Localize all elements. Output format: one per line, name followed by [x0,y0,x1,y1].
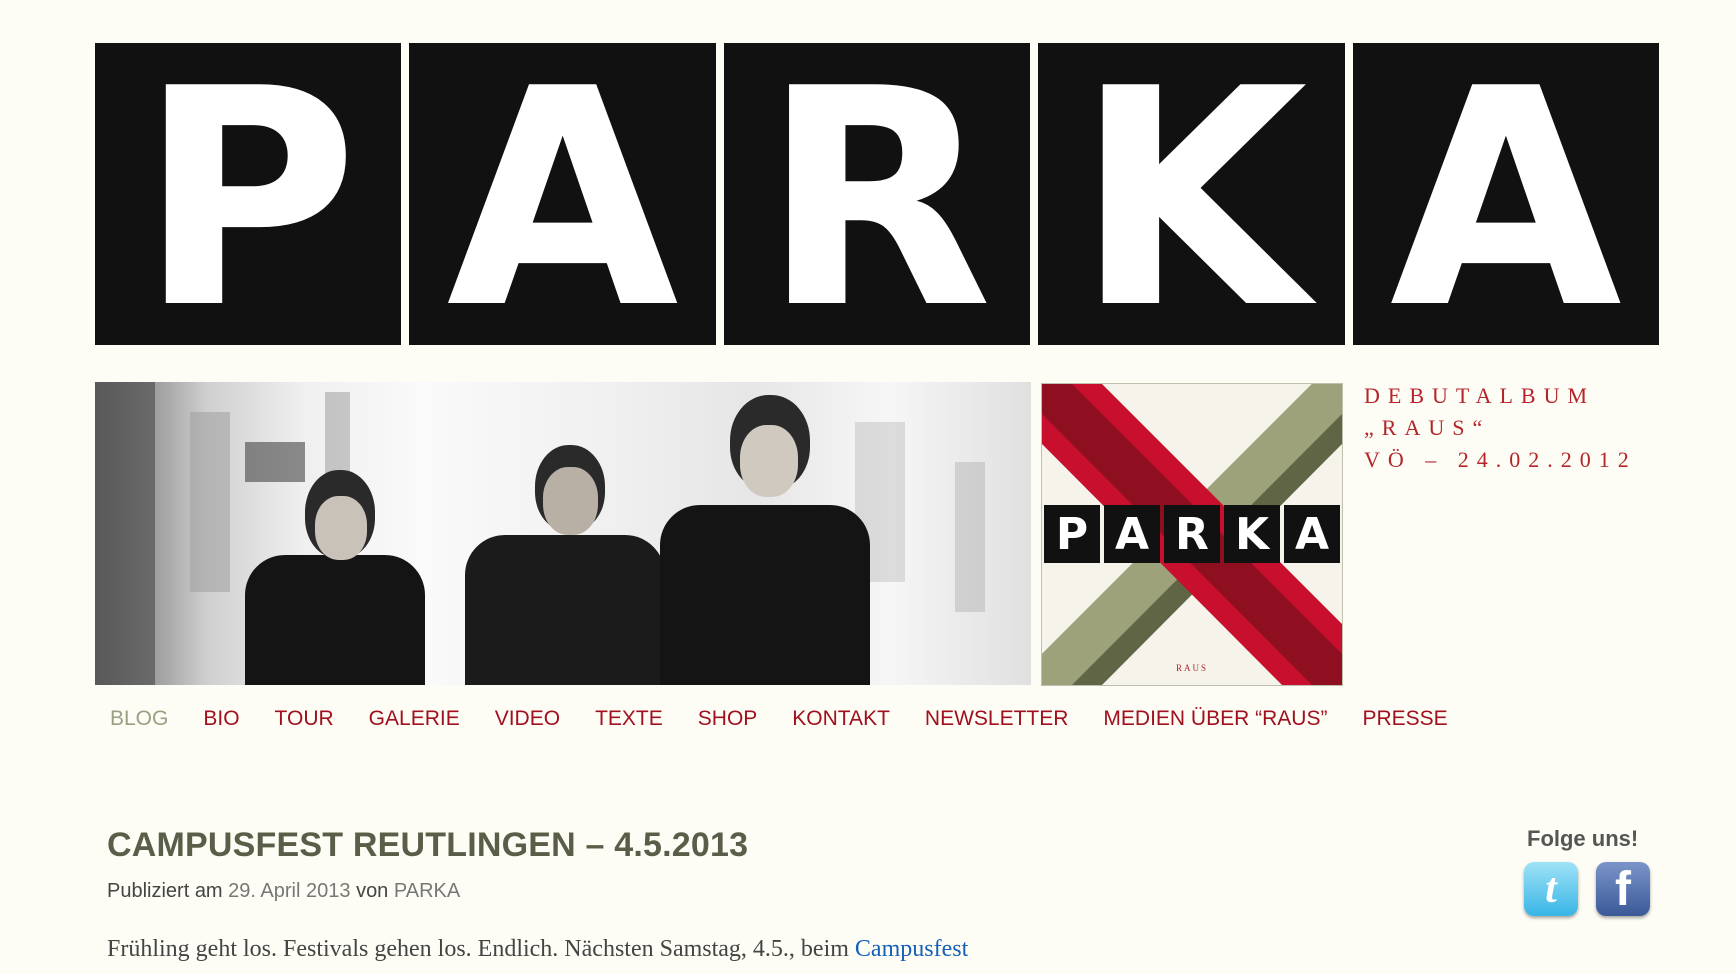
logo-tile-k: K [1038,43,1345,345]
band-photo [95,382,1031,685]
twitter-icon[interactable]: t [1524,862,1578,916]
post-text: Frühling geht los. Festivals gehen los. … [107,936,849,962]
nav-item-kontakt[interactable]: KONTAKT [792,707,890,731]
logo-tile-r: R [723,43,1031,345]
album-title-band: P A R K A [1042,505,1342,563]
debut-line-2: „RAUS“ [1364,415,1491,440]
band-member-2 [465,445,665,685]
album-cover[interactable]: P A R K A RAUS [1041,383,1343,686]
album-letter: K [1224,505,1280,563]
nav-item-blog[interactable]: BLOG [110,707,168,731]
band-member-3 [645,395,885,685]
site-logo[interactable]: P A R K A [95,43,1660,345]
debut-announcement: DEBUTALBUM „RAUS“ VÖ – 24.02.2012 [1364,380,1637,476]
album-letter: A [1284,505,1340,563]
nav-item-bio[interactable]: BIO [203,707,239,731]
post-author-link[interactable]: PARKA [394,880,460,902]
social-heading: Folge uns! [1527,826,1639,851]
nav-item-shop[interactable]: SHOP [698,707,758,731]
facebook-glyph: f [1615,862,1631,916]
debut-line-3: VÖ – 24.02.2012 [1364,447,1637,472]
nav-item-newsletter[interactable]: NEWSLETTER [925,707,1069,731]
nav-item-medien[interactable]: MEDIEN ÜBER “RAUS” [1103,707,1327,731]
nav-item-galerie[interactable]: GALERIE [369,707,460,731]
post-excerpt: Frühling geht los. Festivals gehen los. … [107,936,968,963]
nav-item-tour[interactable]: TOUR [275,707,334,731]
debut-line-1: DEBUTALBUM [1364,383,1596,408]
logo-tile-p: P [95,43,402,345]
nav-item-video[interactable]: VIDEO [495,707,560,731]
album-caption: RAUS [1175,663,1208,673]
nav-item-presse[interactable]: PRESSE [1362,707,1447,731]
nav-item-texte[interactable]: TEXTE [595,707,663,731]
album-letter: A [1104,505,1160,563]
album-letter: P [1044,505,1100,563]
campusfest-link[interactable]: Campusfest [855,936,968,962]
twitter-glyph: t [1545,866,1557,912]
album-letter: R [1164,505,1220,563]
post-date-link[interactable]: 29. April 2013 [228,880,350,902]
facebook-icon[interactable]: f [1596,862,1650,916]
post-meta-by: von [356,880,389,902]
logo-tile-a2: A [1352,43,1660,345]
post-title[interactable]: CAMPUSFEST REUTLINGEN – 4.5.2013 [107,826,748,865]
post-meta-prefix: Publiziert am [107,880,223,902]
band-member-1 [245,470,425,685]
main-nav: BLOG BIO TOUR GALERIE VIDEO TEXTE SHOP K… [110,707,1483,731]
logo-tile-a: A [409,43,716,345]
post-meta: Publiziert am 29. April 2013 von PARKA [107,880,460,903]
